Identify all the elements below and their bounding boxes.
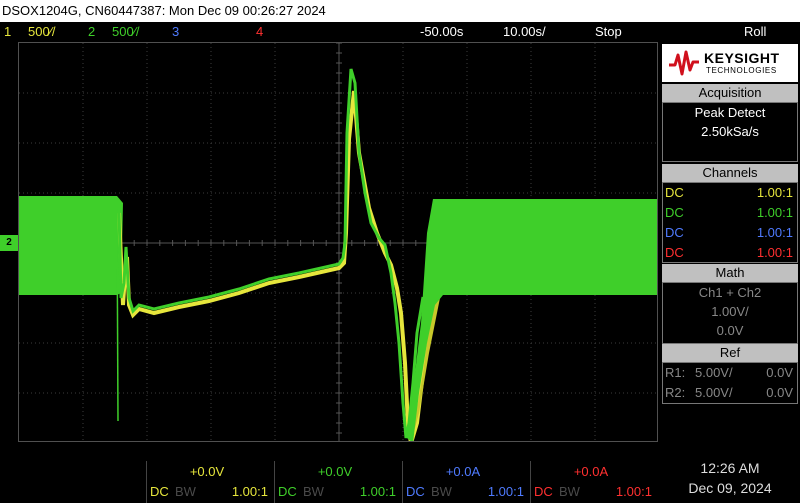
acq-mode-roll: Roll bbox=[744, 24, 767, 39]
bottom-channel-3[interactable]: +0.0A DC BW 1.00:1 bbox=[402, 461, 530, 503]
channel-2-coupling: DC bbox=[665, 205, 684, 220]
run-state[interactable]: Stop bbox=[595, 22, 622, 41]
channel-3-probe: 1.00:1 bbox=[756, 225, 793, 240]
math-offset: 0.0V bbox=[716, 323, 744, 338]
bottom-channel-2-offset: +0.0V bbox=[317, 464, 353, 479]
clock-time: 12:26 AM bbox=[700, 460, 760, 476]
ch4-label[interactable]: 4 bbox=[256, 22, 263, 41]
ch1-scale[interactable]: 500⁄/ bbox=[28, 22, 55, 41]
ref-header[interactable]: Ref bbox=[662, 344, 798, 362]
r1-scale: 5.00V/ bbox=[695, 365, 733, 380]
bottom-channel-3-bw: BW bbox=[431, 484, 452, 499]
r1-offset: 0.0V bbox=[766, 365, 793, 380]
bottom-channel-2-probe: 1.00:1 bbox=[359, 484, 396, 499]
acquisition-panel[interactable]: Peak Detect 2.50kSa/s bbox=[662, 102, 798, 162]
ch2-ground-marker[interactable]: 2 bbox=[0, 235, 18, 251]
ch1-trace bbox=[117, 90, 444, 441]
title-bar: DSOX1204G, CN60447387: Mon Dec 09 00:26:… bbox=[0, 0, 800, 22]
bottom-channel-4[interactable]: +0.0A DC BW 1.00:1 bbox=[530, 461, 658, 503]
bottom-channel-4-probe: 1.00:1 bbox=[615, 484, 652, 499]
channel-1-coupling: DC bbox=[665, 185, 684, 200]
bottom-channel-2-bw: BW bbox=[303, 484, 324, 499]
math-header[interactable]: Math bbox=[662, 264, 798, 282]
clock: 12:26 AM Dec 09, 2024 bbox=[660, 460, 800, 503]
ch2-scale[interactable]: 500⁄/ bbox=[112, 22, 139, 41]
r1-label: R1: bbox=[665, 365, 686, 380]
channel-4-probe: 1.00:1 bbox=[756, 245, 793, 260]
bottom-channel-3-offset: +0.0A bbox=[445, 464, 481, 479]
time-scale[interactable]: 10.00s/ bbox=[503, 22, 546, 41]
channel-2-probe: 1.00:1 bbox=[756, 205, 793, 220]
bottom-channel-2-coupling: DC bbox=[278, 484, 297, 499]
ch2-label[interactable]: 2 bbox=[88, 22, 95, 41]
ch3-label[interactable]: 3 bbox=[172, 22, 179, 41]
bottom-channel-4-bw: BW bbox=[559, 484, 580, 499]
channel-row-2[interactable]: DC 1.00:1 bbox=[663, 203, 797, 223]
math-scale: 1.00V/ bbox=[711, 304, 749, 319]
brand-subtitle: TECHNOLOGIES bbox=[706, 66, 777, 75]
keysight-wave-icon bbox=[669, 50, 699, 76]
r2-scale: 5.00V/ bbox=[695, 385, 733, 400]
bottom-channel-1-offset: +0.0V bbox=[189, 464, 225, 479]
ch2-trace bbox=[117, 68, 425, 439]
acq-mode: Peak Detect bbox=[694, 105, 766, 120]
channels-panel[interactable]: DC 1.00:1 DC 1.00:1 DC 1.00:1 DC 1.00:1 bbox=[662, 182, 798, 263]
ch2-noise-band-left bbox=[19, 196, 117, 295]
channel-row-3[interactable]: DC 1.00:1 bbox=[663, 223, 797, 243]
ch2-start-spike bbox=[116, 212, 119, 422]
bottom-channel-1-bw: BW bbox=[175, 484, 196, 499]
bottom-channel-4-coupling: DC bbox=[534, 484, 553, 499]
waveform-display[interactable] bbox=[18, 42, 658, 442]
r2-offset: 0.0V bbox=[766, 385, 793, 400]
math-function: Ch1 + Ch2 bbox=[698, 285, 762, 300]
channel-row-1[interactable]: DC 1.00:1 bbox=[663, 183, 797, 203]
clock-date: Dec 09, 2024 bbox=[688, 480, 772, 496]
channels-header[interactable]: Channels bbox=[662, 164, 798, 182]
ch1-label[interactable]: 1 bbox=[4, 22, 11, 41]
bottom-channel-1-coupling: DC bbox=[150, 484, 169, 499]
r2-label: R2: bbox=[665, 385, 686, 400]
status-bar: 1 500⁄/ 2 500⁄/ 3 4 -50.00s 10.00s/ Stop… bbox=[0, 22, 800, 41]
channel-4-coupling: DC bbox=[665, 245, 684, 260]
bottom-channel-1[interactable]: +0.0V DC BW 1.00:1 bbox=[146, 461, 274, 503]
bottom-channel-3-probe: 1.00:1 bbox=[487, 484, 524, 499]
acquisition-header[interactable]: Acquisition bbox=[662, 84, 798, 102]
bottom-channel-2[interactable]: +0.0V DC BW 1.00:1 bbox=[274, 461, 402, 503]
channel-3-coupling: DC bbox=[665, 225, 684, 240]
bottom-channel-4-offset: +0.0A bbox=[573, 464, 609, 479]
bottom-channel-3-coupling: DC bbox=[406, 484, 425, 499]
ch2-recovery-band bbox=[407, 199, 657, 441]
ref-panel[interactable]: R1: 5.00V/ 0.0V R2: 5.00V/ 0.0V bbox=[662, 362, 798, 404]
keysight-logo: KEYSIGHT TECHNOLOGIES bbox=[662, 44, 798, 82]
waveform-traces bbox=[19, 68, 657, 441]
brand-name: KEYSIGHT bbox=[704, 50, 780, 66]
time-offset[interactable]: -50.00s bbox=[420, 22, 463, 41]
sample-rate: 2.50kSa/s bbox=[701, 124, 759, 139]
bottom-channel-1-probe: 1.00:1 bbox=[231, 484, 268, 499]
math-panel[interactable]: Ch1 + Ch2 1.00V/ 0.0V bbox=[662, 282, 798, 344]
channel-1-probe: 1.00:1 bbox=[756, 185, 793, 200]
channel-row-4[interactable]: DC 1.00:1 bbox=[663, 243, 797, 263]
